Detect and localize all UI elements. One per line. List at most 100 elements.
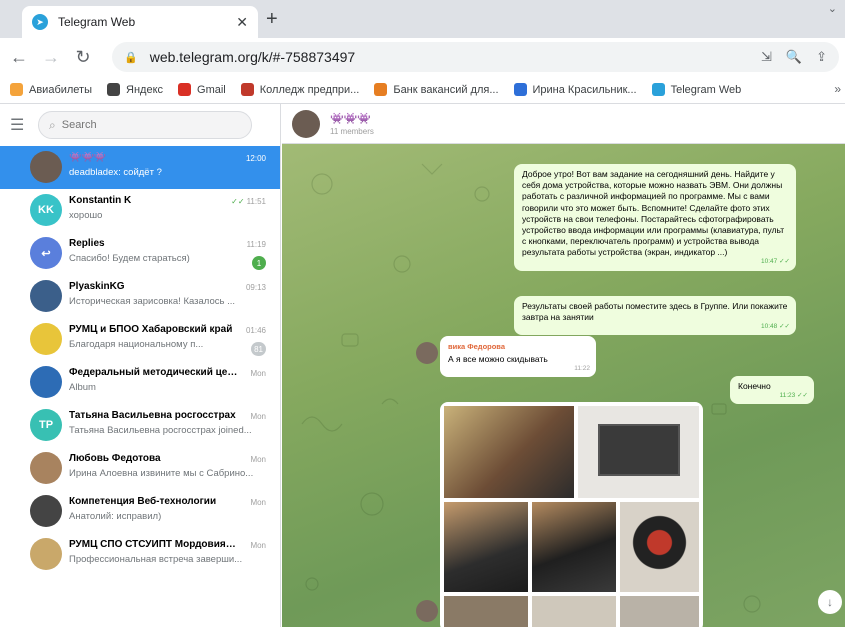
message-time: 10:48 ✓✓ [761, 323, 790, 331]
chat-title: 👾👾👾 [330, 112, 372, 125]
chat-list-item[interactable]: РУМЦ и БПОО Хабаровский край Благодаря на… [0, 318, 280, 361]
bookmark-label: Банк вакансий для... [393, 83, 499, 96]
tab-search-chevron-icon[interactable]: ⌄ [828, 2, 837, 15]
telegram-favicon-icon: ➤ [32, 14, 48, 30]
share-icon[interactable]: ⇪ [816, 49, 827, 65]
bookmarks-bar: Авиабилеты Яндекс Gmail Колледж предпри... Б… [0, 76, 845, 104]
bookmark-item[interactable]: Колледж предпри... [240, 83, 359, 96]
search-input[interactable] [61, 119, 222, 131]
chat-last-message: Ирина Алоевна извините мы с Сабрино... [69, 468, 254, 479]
chat-name: Replies [69, 238, 105, 249]
photo-keyboard[interactable] [444, 502, 528, 592]
chat-preview: РУМЦ и БПОО Хабаровский край Благодаря на… [69, 324, 267, 350]
chat-header[interactable]: 👾👾👾 11 members [282, 104, 845, 144]
chat-last-message: Историческая зарисовка! Казалось ... [69, 296, 235, 307]
chat-time: Mon [250, 455, 266, 464]
back-button[interactable]: ← [6, 47, 32, 68]
group-avatar[interactable] [292, 109, 320, 138]
unread-badge: 1 [252, 256, 266, 270]
chat-name: РУМЦ и БПОО Хабаровский край [69, 324, 233, 335]
bookmark-item[interactable]: Gmail [178, 83, 226, 96]
message-bubble[interactable]: Доброе утро! Вот вам задание на сегодняш… [514, 164, 796, 271]
photo-headphones[interactable] [620, 502, 699, 592]
chat-avatar [30, 538, 62, 570]
reload-button[interactable]: ↻ [70, 47, 96, 68]
chat-list-item[interactable]: PlyaskinKG Историческая зарисовка! Казало… [0, 275, 280, 318]
chat-list-item[interactable]: РУМЦ СПО СТСУИПТ Мордовия-Сар... Професси… [0, 533, 280, 576]
install-app-icon[interactable]: ⇲ [761, 49, 772, 65]
message-bubble[interactable]: Результаты своей работы поместите здесь … [514, 296, 796, 336]
chat-preview: РУМЦ СПО СТСУИПТ Мордовия-Сар... Професси… [69, 539, 267, 565]
chat-preview: PlyaskinKG Историческая зарисовка! Казало… [69, 281, 267, 307]
search-box[interactable]: ⌕ [38, 111, 252, 139]
zoom-icon[interactable]: 🔍 [786, 49, 802, 65]
bookmark-item[interactable]: Ирина Красильник... [513, 83, 637, 96]
bookmark-item[interactable]: Банк вакансий для... [374, 83, 499, 96]
chat-list-item[interactable]: ↩ Replies Спасибо! Будем стараться) 11:19 1 [0, 232, 280, 275]
url-text[interactable]: web.telegram.org/k/#-758873497 [150, 49, 747, 65]
member-count: 11 members [330, 126, 374, 136]
more-bookmarks-icon[interactable]: » [834, 82, 841, 96]
scroll-down-button[interactable]: ↓ [818, 590, 842, 614]
chat-time: 11:19 [246, 240, 266, 249]
new-tab-button[interactable]: + [266, 8, 278, 31]
chat-time: Mon [250, 412, 266, 421]
chat-name: Татьяна Васильевна росгосстрах [69, 410, 236, 421]
forward-button[interactable]: → [38, 47, 64, 68]
bookmark-item[interactable]: Яндекс [107, 83, 163, 96]
photo-computer-case[interactable] [532, 502, 616, 592]
chat-preview: Любовь Федотова Ирина Алоевна извините мы… [69, 453, 267, 479]
photo-monitor[interactable] [578, 406, 699, 498]
chat-list-item[interactable]: TP Татьяна Васильевна росгосстрах Татьяна … [0, 404, 280, 447]
address-bar[interactable]: 🔒 web.telegram.org/k/#-758873497 ⇲ 🔍 ⇪ [112, 42, 839, 72]
sender-avatar[interactable] [416, 342, 438, 364]
message-time: 10:47 ✓✓ [761, 258, 790, 266]
tab-strip: ➤ Telegram Web ✕ + ⌄ [0, 0, 845, 38]
chat-preview: Компетенция Веб-технологии Анатолий: испр… [69, 496, 267, 522]
chat-view: 👾👾👾 11 members Доброе утро! Вот вам зада… [282, 104, 845, 627]
tab-telegram[interactable]: ➤ Telegram Web ✕ [22, 6, 258, 38]
chat-list-item[interactable]: 👾👾👾 deadbladex: coйдёт ? 12:00 [0, 146, 280, 189]
chat-list-item[interactable]: Любовь Федотова Ирина Алоевна извините мы… [0, 447, 280, 490]
sidebar-header: ☰ ⌕ [0, 104, 280, 146]
photo-tablet[interactable] [444, 406, 574, 498]
sender-name[interactable]: вика Федорова [448, 341, 588, 352]
bookmark-favicon-icon [10, 83, 23, 96]
browser-toolbar: ← → ↻ 🔒 web.telegram.org/k/#-758873497 ⇲… [0, 38, 845, 76]
message-time: 11:22 [574, 365, 590, 373]
chat-name: РУМЦ СПО СТСУИПТ Мордовия-Сар... [69, 539, 239, 550]
search-icon: ⌕ [49, 117, 56, 132]
chat-avatar [30, 366, 62, 398]
photo-device-2[interactable] [532, 596, 616, 627]
chat-last-message: Благодаря национальному п... [69, 339, 204, 350]
chat-list-item[interactable]: KK Konstantin K хорошо ✓✓ 11:51 [0, 189, 280, 232]
sender-avatar[interactable] [416, 600, 438, 622]
chat-last-message: Татьяна Васильевна росгосстрах joined... [69, 425, 252, 436]
chat-time: 12:00 [245, 154, 266, 163]
photo-album[interactable] [440, 402, 703, 627]
chat-preview: 👾👾👾 deadbladex: coйдёт ? [69, 152, 267, 178]
hamburger-menu-icon[interactable]: ☰ [10, 115, 38, 135]
chat-avatar [30, 495, 62, 527]
bookmark-favicon-icon [178, 83, 192, 96]
chat-avatar: TP [30, 409, 62, 441]
chat-list: 👾👾👾 deadbladex: coйдёт ? 12:00 KK Konstantin… [0, 146, 280, 576]
message-text: Результаты своей работы поместите здесь … [522, 301, 788, 323]
chat-avatar: ↩ [30, 237, 62, 269]
photo-device-1[interactable] [444, 596, 528, 627]
read-ticks-icon: ✓✓ [231, 197, 245, 206]
close-tab-icon[interactable]: ✕ [236, 14, 248, 31]
bookmark-item[interactable]: Telegram Web [651, 83, 741, 96]
bookmark-item[interactable]: Авиабилеты [10, 83, 92, 96]
message-text: Доброе утро! Вот вам задание на сегодняш… [522, 169, 785, 258]
photo-device-3[interactable] [620, 596, 699, 627]
chat-list-item[interactable]: Компетенция Веб-технологии Анатолий: испр… [0, 490, 280, 533]
message-bubble[interactable]: вика Федорова А я все можно скидывать 11… [440, 336, 596, 378]
tab-title: Telegram Web [58, 15, 136, 29]
chat-preview: Федеральный методический центр ... Album [69, 367, 267, 393]
lock-icon[interactable]: 🔒 [124, 51, 138, 64]
chat-name: PlyaskinKG [69, 281, 125, 292]
chat-list-item[interactable]: Федеральный методический центр ... Album M… [0, 361, 280, 404]
message-bubble[interactable]: Конечно 11:23 ✓✓ [730, 376, 814, 405]
chat-avatar [30, 151, 62, 183]
